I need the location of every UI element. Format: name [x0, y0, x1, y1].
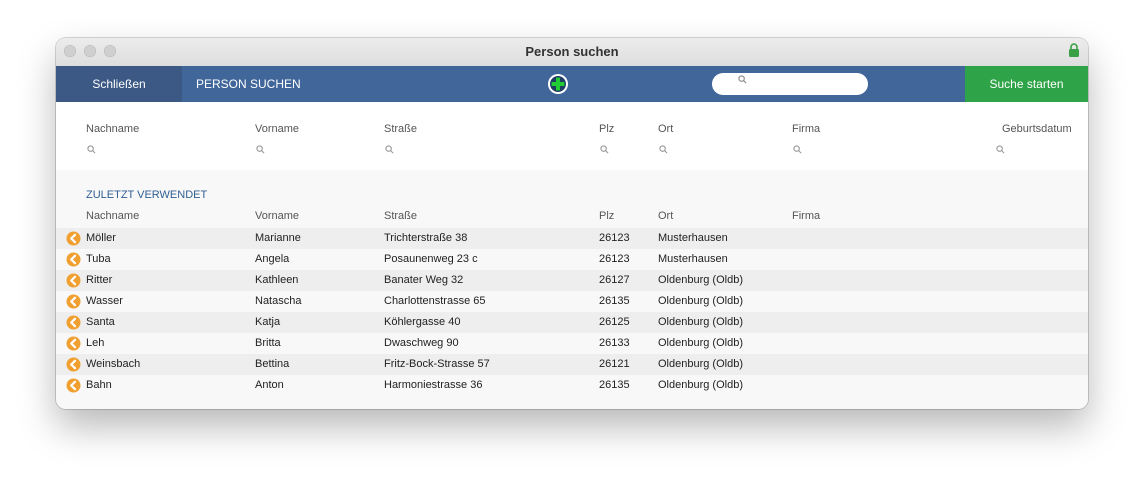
person-search-window: Person suchen Schließen PERSON SUCHEN Su… [56, 38, 1088, 409]
cell-plz: 26123 [599, 232, 630, 244]
cell-nachname: Tuba [86, 253, 111, 265]
arrow-left-circle-icon[interactable] [66, 252, 81, 267]
cell-strasse: Dwaschweg 90 [384, 337, 459, 349]
recent-header-strasse: Straße [384, 210, 418, 222]
cell-plz: 26135 [599, 379, 630, 391]
start-search-button[interactable]: Suche starten [965, 66, 1088, 102]
cell-vorname: Natascha [255, 295, 302, 307]
title-bar: Person suchen [56, 38, 1088, 66]
cell-ort: Oldenburg (Oldb) [658, 358, 743, 370]
cell-strasse: Harmoniestrasse 36 [384, 379, 483, 391]
table-row[interactable]: Bahn Anton Harmoniestrasse 36 26135 Oldenbur… [56, 375, 1088, 396]
table-row[interactable]: Wasser Natascha Charlottenstrasse 65 26135 O… [56, 291, 1088, 312]
arrow-left-circle-icon[interactable] [66, 378, 81, 393]
section-title: PERSON SUCHEN [196, 77, 301, 91]
cell-ort: Oldenburg (Oldb) [658, 295, 743, 307]
recent-header-vorname: Vorname [255, 210, 300, 222]
cell-nachname: Ritter [86, 274, 113, 286]
recent-label: ZULETZT VERWENDET [86, 189, 208, 201]
search-icon [738, 75, 747, 84]
cell-vorname: Bettina [255, 358, 290, 370]
cell-nachname: Möller [86, 232, 116, 244]
arrow-left-circle-icon[interactable] [66, 357, 81, 372]
cell-plz: 26127 [599, 274, 630, 286]
cell-strasse: Banater Weg 32 [384, 274, 464, 286]
search-box[interactable] [712, 73, 868, 95]
filter-header-geburtsdatum: Geburtsdatum [1002, 123, 1072, 135]
cell-nachname: Weinsbach [86, 358, 141, 370]
table-row[interactable]: Ritter Kathleen Banater Weg 32 26127 Oldenbu… [56, 270, 1088, 291]
table-row[interactable]: Möller Marianne Trichterstraße 38 26123 Must… [56, 228, 1088, 249]
cell-plz: 26133 [599, 337, 630, 349]
plus-circle-icon[interactable] [547, 73, 569, 95]
search-icon[interactable] [385, 145, 394, 154]
table-row[interactable]: Santa Katja Köhlergasse 40 26125 Oldenburg (… [56, 312, 1088, 333]
cell-vorname: Britta [255, 337, 281, 349]
arrow-left-circle-icon[interactable] [66, 273, 81, 288]
cell-strasse: Posaunenweg 23 c [384, 253, 478, 265]
filter-header-firma: Firma [792, 123, 821, 135]
cell-plz: 26123 [599, 253, 630, 265]
cell-vorname: Marianne [255, 232, 301, 244]
filter-area: Nachname Vorname Straße Plz Ort Firma Ge… [56, 102, 1088, 170]
table-row[interactable]: Tuba Angela Posaunenweg 23 c 26123 Musterhau… [56, 249, 1088, 270]
cell-vorname: Katja [255, 316, 281, 328]
cell-vorname: Angela [255, 253, 290, 265]
recent-section: ZULETZT VERWENDET Nachname Vorname Straß… [56, 170, 1088, 409]
cell-plz: 26135 [599, 295, 630, 307]
filter-header-strasse: Straße [384, 123, 418, 135]
cell-vorname: Anton [255, 379, 284, 391]
cell-ort: Musterhausen [658, 253, 728, 265]
lock-icon[interactable] [1068, 43, 1080, 57]
search-icon[interactable] [793, 145, 802, 154]
cell-plz: 26125 [599, 316, 630, 328]
cell-ort: Oldenburg (Oldb) [658, 379, 743, 391]
search-icon[interactable] [996, 145, 1005, 154]
search-input[interactable] [752, 75, 862, 94]
cell-strasse: Köhlergasse 40 [384, 316, 461, 328]
table-row[interactable]: Leh Britta Dwaschweg 90 26133 Oldenburg (Old… [56, 333, 1088, 354]
cell-vorname: Kathleen [255, 274, 299, 286]
cell-ort: Musterhausen [658, 232, 728, 244]
arrow-left-circle-icon[interactable] [66, 315, 81, 330]
arrow-left-circle-icon[interactable] [66, 231, 81, 246]
cell-nachname: Bahn [86, 379, 112, 391]
cell-plz: 26121 [599, 358, 630, 370]
filter-header-plz: Plz [599, 123, 615, 135]
filter-header-nachname: Nachname [86, 123, 140, 135]
cell-ort: Oldenburg (Oldb) [658, 316, 743, 328]
cell-strasse: Fritz-Bock-Strasse 57 [384, 358, 490, 370]
cell-nachname: Santa [86, 316, 115, 328]
search-icon[interactable] [256, 145, 265, 154]
search-icon[interactable] [659, 145, 668, 154]
cell-strasse: Charlottenstrasse 65 [384, 295, 486, 307]
filter-header-ort: Ort [658, 123, 674, 135]
cell-nachname: Wasser [86, 295, 123, 307]
cell-ort: Oldenburg (Oldb) [658, 274, 743, 286]
recent-header-firma: Firma [792, 210, 821, 222]
toolbar: Schließen PERSON SUCHEN Suche starten [56, 66, 1088, 102]
cell-nachname: Leh [86, 337, 105, 349]
cell-ort: Oldenburg (Oldb) [658, 337, 743, 349]
window-title: Person suchen [525, 44, 619, 59]
arrow-left-circle-icon[interactable] [66, 294, 81, 309]
filter-header-vorname: Vorname [255, 123, 300, 135]
table-row[interactable]: Weinsbach Bettina Fritz-Bock-Strasse 57 261… [56, 354, 1088, 375]
search-icon[interactable] [600, 145, 609, 154]
arrow-left-circle-icon[interactable] [66, 336, 81, 351]
recent-header-ort: Ort [658, 210, 674, 222]
recent-header-plz: Plz [599, 210, 615, 222]
close-button[interactable]: Schließen [56, 66, 182, 102]
search-icon[interactable] [87, 145, 96, 154]
cell-strasse: Trichterstraße 38 [384, 232, 468, 244]
recent-header-nachname: Nachname [86, 210, 140, 222]
